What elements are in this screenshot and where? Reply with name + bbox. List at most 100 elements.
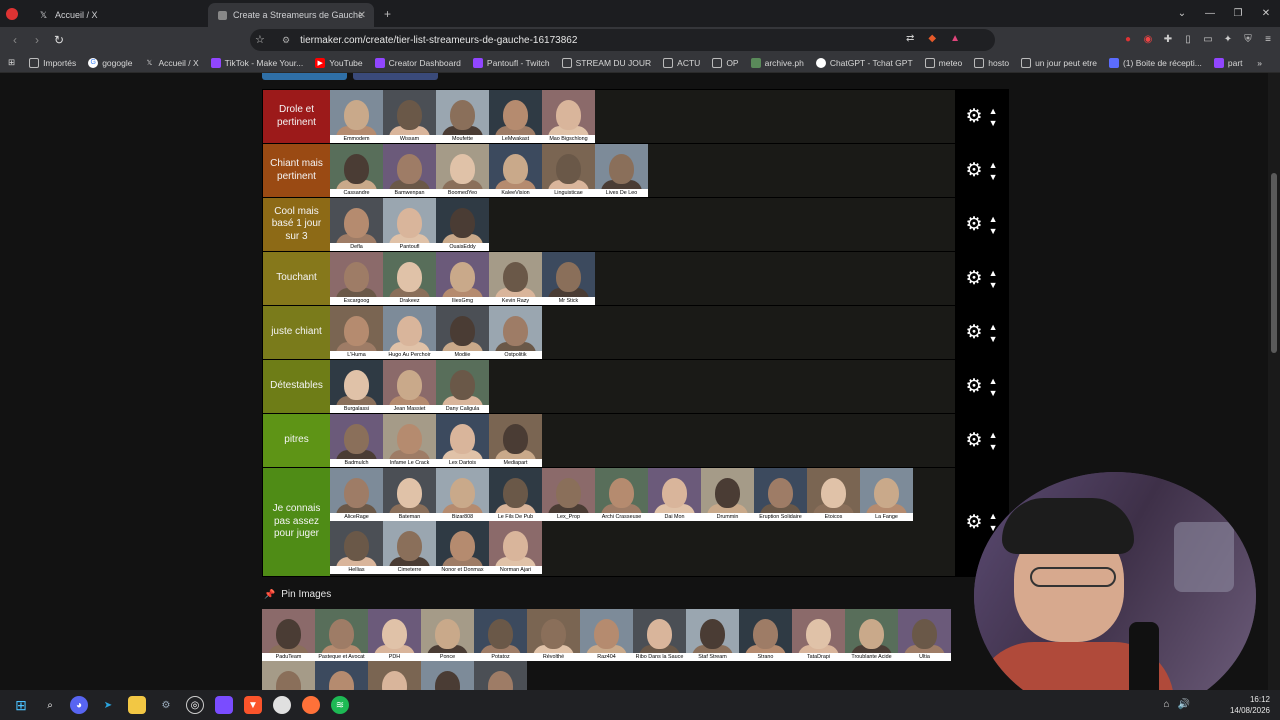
tier-item[interactable]: Mr Stick [542,252,595,305]
tier-item[interactable]: IliesGmg [436,252,489,305]
tier-item[interactable]: Le Fils De Pub [489,468,542,521]
tier-item[interactable]: Norman Ajari [489,521,542,574]
gear-icon[interactable]: ⚙ [966,105,983,128]
tier-item[interactable]: Escargoog [330,252,383,305]
bookmarks-overflow-icon[interactable]: » [1257,58,1262,68]
pool-item[interactable]: Raz404 [580,609,633,661]
discord-icon[interactable]: ◕ [70,696,88,714]
page-scrollbar[interactable] [1268,73,1280,690]
tier-item[interactable]: Burgalassi [330,360,383,413]
chevron-down-icon[interactable]: ▼ [989,226,998,236]
chevron-down-icon[interactable]: ⌄ [1168,8,1196,19]
gear-icon[interactable]: ⚙ [966,429,983,452]
tier-label[interactable]: pitres [263,414,330,467]
file-explorer-icon[interactable] [128,696,146,714]
bookmark-item[interactable]: (1) Boite de récepti... [1108,57,1202,68]
pool-item[interactable]: Révolthé [527,609,580,661]
tier-item[interactable]: Pantoufl [383,198,436,251]
chevron-up-icon[interactable]: ▲ [989,322,998,332]
apps-grid-icon[interactable]: ⊞ [8,57,15,68]
tier-item[interactable]: Cassandre [330,144,383,197]
bookmark-star-icon[interactable]: ☆ [255,33,265,46]
sidebar-icon[interactable]: ▯ [1182,33,1194,45]
tab-accueil-x[interactable]: 𝕏 Accueil / X [28,3,208,27]
tier-item[interactable]: Mediapart [489,414,542,467]
gear-icon[interactable]: ⚙ [966,375,983,398]
chevron-up-icon[interactable]: ▲ [989,106,998,116]
tier-item[interactable]: Bizar808 [436,468,489,521]
pool-item[interactable]: Strano [739,609,792,661]
windows-start-icon[interactable]: ⊞ [12,696,30,714]
pool-item[interactable]: Troublante Acide [845,609,898,661]
minimize-button[interactable]: — [1196,8,1224,19]
tier-label[interactable]: Chiant mais pertinent [263,144,330,197]
volume-icon[interactable]: 🔊 [1178,699,1190,710]
steam-icon[interactable]: ⚙ [157,696,175,714]
tier-item[interactable]: AliceRage [330,468,383,521]
chevron-up-icon[interactable]: ▲ [989,214,998,224]
tier-item[interactable]: Modiie [436,306,489,359]
clock[interactable]: 16:12 14/08/2026 [1230,694,1270,716]
pool-item[interactable]: Ribo Dans la Sauce [633,609,686,661]
chrome-icon[interactable] [273,696,291,714]
search-icon[interactable]: ⌕ [41,696,59,714]
gear-icon[interactable]: ⚙ [966,213,983,236]
forward-button[interactable]: › [26,33,48,47]
bookmark-item[interactable]: part [1213,57,1243,68]
tier-label[interactable]: Drole et pertinent [263,90,330,143]
tier-item[interactable]: Jean Massiet [383,360,436,413]
action-button[interactable] [262,73,347,80]
tier-item[interactable]: Linguisticae [542,144,595,197]
tier-label[interactable]: Cool mais basé 1 jour sur 3 [263,198,330,251]
wallet-icon[interactable]: ▭ [1202,33,1214,45]
chevron-down-icon[interactable]: ▼ [989,118,998,128]
bookmark-item[interactable]: ▶ YouTube [315,57,363,68]
bookmark-item[interactable]: STREAM DU JOUR [561,57,651,68]
chevron-down-icon[interactable]: ▼ [989,280,998,290]
brave-shield-icon[interactable]: ◆ [928,33,936,44]
tier-item[interactable]: Mao Bigschlong [542,90,595,143]
extension-icon[interactable]: ● [1122,33,1134,45]
bookmark-item[interactable]: OP [712,57,739,68]
record-icon[interactable]: ◉ [1142,33,1154,45]
firefox-icon[interactable] [302,696,320,714]
tier-item[interactable]: Infame Le Crack [383,414,436,467]
chevron-up-icon[interactable]: ▲ [989,376,998,386]
tier-item[interactable]: OuaisEddy [436,198,489,251]
pool-item[interactable]: Utul [262,661,315,690]
close-icon[interactable]: ✕ [358,10,366,21]
tier-label[interactable]: Je connais pas assez pour juger [263,468,330,576]
tier-item[interactable]: BoomedYeo [436,144,489,197]
tier-item[interactable]: Lex Dartois [436,414,489,467]
tier-item[interactable]: Dany Caligula [436,360,489,413]
tab-tiermaker[interactable]: Create a Streameurs de Gauche ✕ [208,3,374,27]
tier-item[interactable]: Bamwenpan [383,144,436,197]
action-button[interactable] [353,73,438,80]
gear-icon[interactable]: ⚙ [966,159,983,182]
bookmark-item[interactable]: ChatGPT - Tchat GPT [815,57,913,68]
tier-item[interactable]: KaleeVision [489,144,542,197]
pool-item[interactable]: PDH [368,609,421,661]
app-icon[interactable] [215,696,233,714]
tier-item[interactable]: Lives De Leo [595,144,648,197]
tier-item[interactable]: Defla [330,198,383,251]
pool-item[interactable]: Potatoz [474,609,527,661]
gear-icon[interactable]: ⚙ [966,321,983,344]
chevron-up-icon[interactable]: ▲ [989,160,998,170]
pool-item[interactable]: Ultia [898,609,951,661]
tier-item[interactable]: L'Huma [330,306,383,359]
tier-item[interactable]: Hugo Au Perchoir [383,306,436,359]
tier-item[interactable]: Hellias [330,521,383,574]
leo-ai-icon[interactable]: ✦ [1222,33,1234,45]
tier-item[interactable]: Kevin Razy [489,252,542,305]
bookmark-item[interactable]: Importés [29,57,76,68]
tier-item[interactable]: La Fange [860,468,913,521]
bookmark-item[interactable]: 𝕏 Accueil / X [144,58,199,68]
reload-button[interactable]: ↻ [48,33,70,47]
bookmark-item[interactable]: archive.ph [750,57,804,68]
tier-item[interactable]: Nonor et Donmax [436,521,489,574]
chevron-down-icon[interactable]: ▼ [989,388,998,398]
pool-item[interactable]: Pasteque et Avocat [315,609,368,661]
site-info-icon[interactable]: ⚙ [282,35,290,46]
tier-item[interactable]: Wissam [383,90,436,143]
